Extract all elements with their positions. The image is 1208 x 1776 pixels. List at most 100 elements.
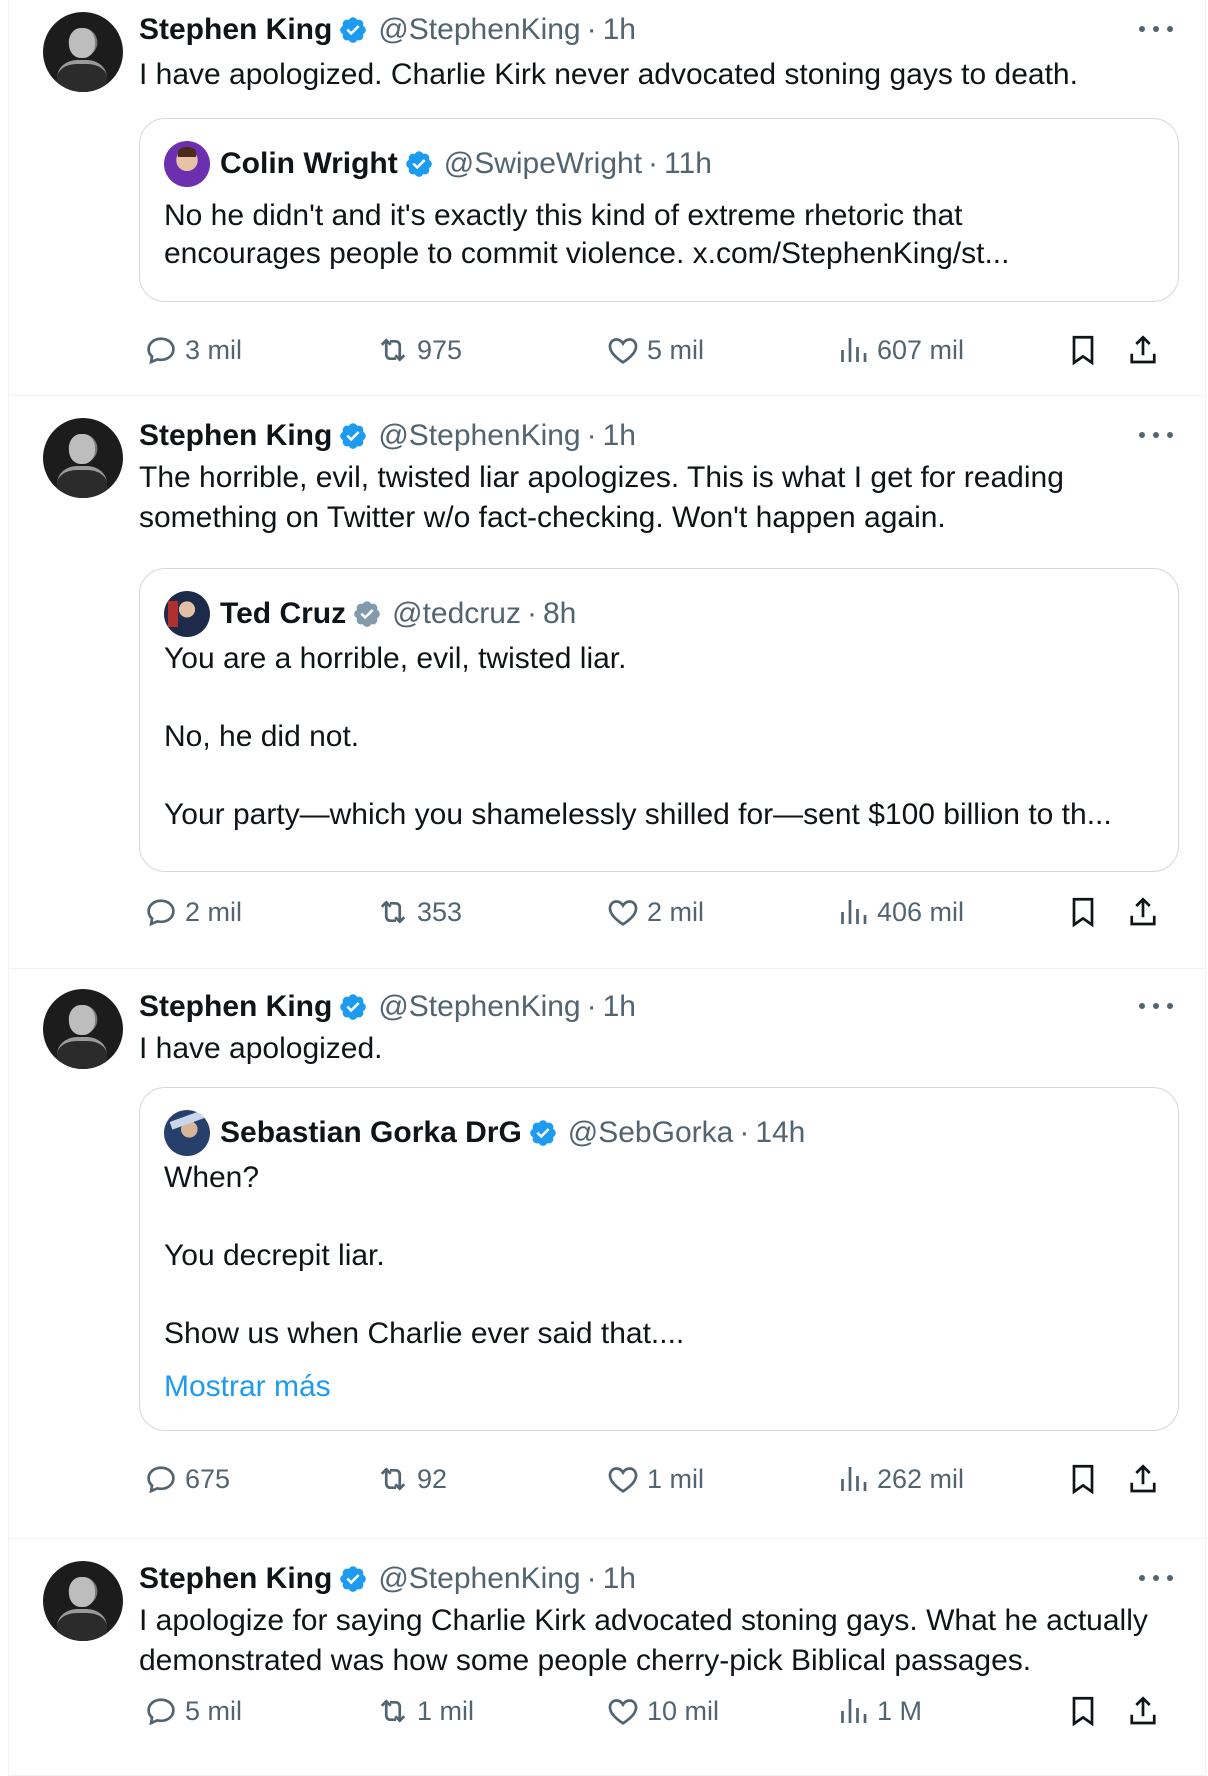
bookmark-button[interactable] bbox=[1065, 890, 1107, 934]
avatar[interactable] bbox=[43, 418, 123, 498]
like-count: 5 mil bbox=[647, 334, 705, 365]
tweet-actions: 3 mil 975 5 mil 607 mil bbox=[139, 328, 1179, 372]
verified-badge-icon bbox=[340, 423, 367, 449]
bookmark-button[interactable] bbox=[1065, 1457, 1107, 1501]
verified-badge-icon bbox=[405, 151, 432, 177]
quote-tweet[interactable]: Ted Cruz @tedcruz · 8h You are a horribl… bbox=[139, 568, 1179, 872]
like-icon bbox=[608, 1467, 638, 1493]
bookmark-icon bbox=[1072, 1464, 1094, 1495]
bookmark-button[interactable] bbox=[1065, 1689, 1107, 1733]
bookmark-icon bbox=[1072, 335, 1094, 366]
reply-icon bbox=[147, 899, 175, 927]
like-button[interactable]: 1 mil bbox=[605, 1457, 704, 1501]
author-handle[interactable]: @StephenKing bbox=[378, 13, 580, 47]
quote-author-handle: @tedcruz bbox=[392, 597, 521, 630]
show-more-link[interactable]: Mostrar más bbox=[164, 1370, 331, 1404]
quote-timestamp: 11h bbox=[664, 147, 712, 180]
like-count: 10 mil bbox=[647, 1695, 720, 1726]
timestamp[interactable]: 1h bbox=[603, 1562, 636, 1596]
share-icon bbox=[1130, 335, 1156, 364]
share-button[interactable] bbox=[1125, 1457, 1167, 1501]
share-button[interactable] bbox=[1125, 1689, 1167, 1733]
views-button[interactable]: 607 mil bbox=[835, 328, 964, 372]
author-name[interactable]: Stephen King bbox=[139, 13, 332, 47]
timeline-feed: Stephen King @StephenKing · 1h I have ap… bbox=[8, 0, 1207, 1776]
timestamp[interactable]: 1h bbox=[603, 990, 636, 1024]
quote-text: No he didn't and it's exactly this kind … bbox=[164, 199, 1010, 270]
avatar[interactable] bbox=[43, 989, 123, 1069]
quote-tweet[interactable]: Sebastian Gorka DrG @SebGorka · 14h When… bbox=[139, 1087, 1179, 1431]
retweet-count: 353 bbox=[417, 896, 463, 927]
retweet-button[interactable]: 353 bbox=[375, 890, 462, 934]
views-button[interactable]: 406 mil bbox=[835, 890, 964, 934]
quote-avatar bbox=[164, 591, 210, 637]
like-count: 2 mil bbox=[647, 896, 705, 927]
tweet-header: Stephen King @StephenKing · 1h bbox=[139, 12, 636, 48]
like-button[interactable]: 2 mil bbox=[605, 890, 704, 934]
views-count: 406 mil bbox=[877, 896, 965, 927]
quote-header: Ted Cruz @tedcruz · 8h bbox=[164, 591, 576, 637]
share-button[interactable] bbox=[1125, 890, 1167, 934]
author-handle[interactable]: @StephenKing bbox=[378, 419, 580, 453]
like-button[interactable]: 5 mil bbox=[605, 328, 704, 372]
like-button[interactable]: 10 mil bbox=[605, 1689, 719, 1733]
retweet-icon bbox=[380, 338, 406, 362]
separator-dot: · bbox=[526, 597, 537, 630]
views-button[interactable]: 1 M bbox=[835, 1689, 922, 1733]
reply-button[interactable]: 5 mil bbox=[143, 1689, 242, 1733]
tweet[interactable]: Stephen King @StephenKing · 1h I have ap… bbox=[9, 969, 1207, 1539]
separator-dot: · bbox=[648, 147, 659, 180]
like-icon bbox=[608, 338, 638, 364]
reply-button[interactable]: 675 bbox=[143, 1457, 230, 1501]
author-name[interactable]: Stephen King bbox=[139, 1562, 332, 1596]
more-icon[interactable] bbox=[1139, 991, 1173, 1021]
retweet-count: 975 bbox=[417, 334, 463, 365]
reply-icon bbox=[147, 1466, 175, 1494]
quote-text: When? You decrepit liar. Show us when Ch… bbox=[164, 1161, 685, 1350]
timestamp[interactable]: 1h bbox=[603, 13, 636, 47]
avatar[interactable] bbox=[43, 1561, 123, 1641]
author-handle[interactable]: @StephenKing bbox=[378, 990, 580, 1024]
author-handle[interactable]: @StephenKing bbox=[378, 1562, 580, 1596]
bookmark-button[interactable] bbox=[1065, 328, 1107, 372]
author-name[interactable]: Stephen King bbox=[139, 990, 332, 1024]
quote-text: You are a horrible, evil, twisted liar. … bbox=[164, 642, 1112, 831]
reply-button[interactable]: 3 mil bbox=[143, 328, 242, 372]
quote-avatar bbox=[164, 141, 210, 187]
quote-author-handle: @SebGorka bbox=[567, 1116, 734, 1149]
retweet-icon bbox=[380, 1699, 406, 1723]
avatar[interactable] bbox=[43, 12, 123, 92]
quote-avatar bbox=[164, 1110, 210, 1156]
tweet[interactable]: Stephen King @StephenKing · 1h I have ap… bbox=[9, 0, 1207, 396]
retweet-button[interactable]: 92 bbox=[375, 1457, 447, 1501]
views-icon bbox=[841, 1699, 867, 1723]
tweet-text: I apologize for saying Charlie Kirk advo… bbox=[139, 1604, 1148, 1677]
reply-count: 675 bbox=[185, 1463, 231, 1494]
quote-author-name: Ted Cruz bbox=[220, 597, 347, 630]
views-icon bbox=[841, 338, 867, 362]
share-icon bbox=[1130, 897, 1156, 926]
retweet-button[interactable]: 1 mil bbox=[375, 1689, 474, 1733]
tweet[interactable]: Stephen King @StephenKing · 1h I apologi… bbox=[9, 1539, 1207, 1776]
verified-badge-icon bbox=[529, 1120, 556, 1146]
views-icon bbox=[841, 1467, 867, 1491]
tweet-header: Stephen King @StephenKing · 1h bbox=[139, 1561, 636, 1597]
quote-header: Colin Wright @SwipeWright · 11h bbox=[164, 141, 712, 187]
tweet-text: The horrible, evil, twisted liar apologi… bbox=[139, 461, 1064, 534]
timestamp[interactable]: 1h bbox=[603, 419, 636, 453]
more-icon[interactable] bbox=[1139, 420, 1173, 450]
reply-icon bbox=[147, 337, 175, 365]
retweet-icon bbox=[380, 1467, 406, 1491]
more-icon[interactable] bbox=[1139, 1563, 1173, 1593]
tweet[interactable]: Stephen King @StephenKing · 1h The horri… bbox=[9, 396, 1207, 969]
share-icon bbox=[1130, 1464, 1156, 1493]
reply-button[interactable]: 2 mil bbox=[143, 890, 242, 934]
share-button[interactable] bbox=[1125, 328, 1167, 372]
views-button[interactable]: 262 mil bbox=[835, 1457, 964, 1501]
author-name[interactable]: Stephen King bbox=[139, 419, 332, 453]
retweet-button[interactable]: 975 bbox=[375, 328, 462, 372]
reply-count: 5 mil bbox=[185, 1695, 243, 1726]
quote-tweet[interactable]: Colin Wright @SwipeWright · 11h No he di… bbox=[139, 118, 1179, 302]
more-icon[interactable] bbox=[1139, 14, 1173, 44]
views-count: 262 mil bbox=[877, 1463, 965, 1494]
